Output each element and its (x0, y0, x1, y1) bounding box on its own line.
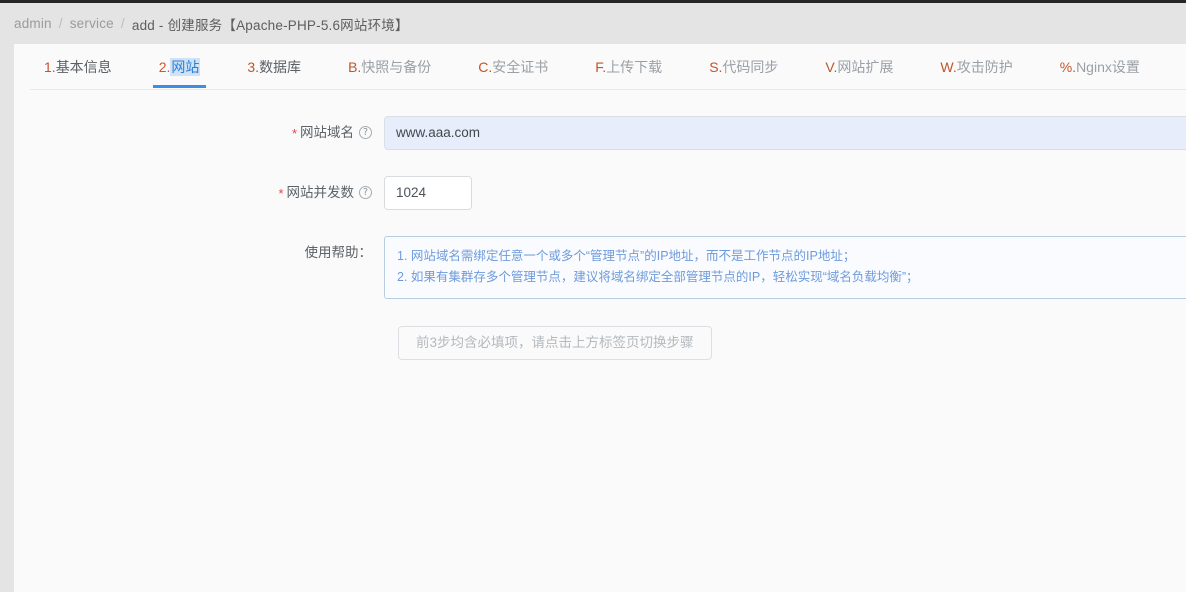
tab-网站[interactable]: 2.网站 (152, 57, 207, 88)
tab-攻击防护[interactable]: W.攻击防护 (940, 60, 1012, 87)
required-asterisk-domain: * (291, 126, 297, 141)
tab-bar: 1.基本信息 2.网站 3.数据库 B.快照与备份 C.安全证书 F.上传下载 S.代码同步… (14, 44, 1186, 90)
tab-Nginx设置[interactable]: %.Nginx设置 (1060, 60, 1140, 87)
breadcrumb-item-service[interactable]: service (70, 16, 114, 31)
tab-label: 网站扩展 (837, 58, 894, 75)
tab-number: C. (478, 58, 493, 75)
tab-基本信息[interactable]: 1.基本信息 (44, 60, 112, 87)
tab-number: %. (1059, 58, 1077, 75)
question-circle-icon[interactable]: ? (359, 125, 372, 139)
tab-安全证书[interactable]: C.安全证书 (478, 60, 548, 87)
tab-label: 数据库 (259, 58, 302, 75)
question-circle-icon[interactable]: ? (359, 185, 372, 199)
tab-label: 攻击防护 (956, 58, 1013, 75)
tab-网站扩展[interactable]: V.网站扩展 (825, 60, 893, 87)
concurrency-label-text: 网站并发数 (286, 185, 355, 200)
tab-上传下载[interactable]: F.上传下载 (595, 60, 662, 87)
tab-number: B. (348, 58, 362, 75)
tab-label: 代码同步 (722, 58, 779, 75)
domain-field-wrap (384, 116, 1186, 150)
tab-快照与备份[interactable]: B.快照与备份 (348, 60, 431, 87)
breadcrumb: admin / service / add - 创建服务【Apache-PHP-… (0, 3, 1186, 44)
concurrency-field-wrap (384, 176, 1186, 210)
breadcrumb-separator-2: / (120, 16, 125, 31)
breadcrumb-item-current: add - 创建服务【Apache-PHP-5.6网站环境】 (131, 17, 409, 33)
domain-label-text: 网站域名 (300, 125, 354, 140)
service-form: *网站域名? *网站并发数? 使用帮助： 1. 网站域名需绑定任意一个或多个“管… (14, 90, 1186, 360)
submit-row: 前3步均含必填项，请点击上方标签页切换步骤 (14, 326, 1186, 360)
usage-help-line: 2. 如果有集群存多个管理节点，建议将域名绑定全部管理节点的IP，轻松实现“域名… (397, 270, 919, 284)
usage-help-label: 使用帮助： (304, 245, 373, 260)
submit-button[interactable]: 前3步均含必填项，请点击上方标签页切换步骤 (398, 326, 712, 360)
required-asterisk-concurrency: * (278, 186, 284, 201)
domain-label: * 网站域名? (14, 116, 384, 150)
tab-number: S. (709, 58, 723, 75)
form-row-concurrency: * 网站并发数? (14, 176, 1186, 210)
concurrency-input[interactable] (384, 176, 472, 210)
tab-number: 2. (158, 58, 171, 75)
tab-label: 网站 (170, 57, 201, 76)
concurrency-label: * 网站并发数? (14, 176, 384, 210)
tab-number: 1. (44, 58, 56, 75)
tab-代码同步[interactable]: S.代码同步 (709, 60, 778, 87)
tab-label: 快照与备份 (361, 58, 432, 75)
tab-number: 3. (247, 58, 260, 75)
tab-label: Nginx设置 (1076, 58, 1140, 75)
tab-number: V. (825, 58, 838, 75)
domain-input[interactable] (384, 116, 1186, 150)
form-row-usage-help: 使用帮助： 1. 网站域名需绑定任意一个或多个“管理节点”的IP地址，而不是工作… (14, 236, 1186, 299)
breadcrumb-separator-1: / (58, 16, 63, 31)
tab-label: 基本信息 (55, 58, 112, 75)
tab-label: 安全证书 (492, 58, 549, 75)
breadcrumb-item-admin[interactable]: admin (14, 16, 52, 31)
usage-help-line: 1. 网站域名需绑定任意一个或多个“管理节点”的IP地址，而不是工作节点的IP地… (397, 249, 856, 263)
tab-number: F. (595, 58, 607, 75)
content-card: 1.基本信息 2.网站 3.数据库 B.快照与备份 C.安全证书 F.上传下载 S.代码同步… (14, 44, 1186, 592)
tab-数据库[interactable]: 3.数据库 (247, 60, 301, 87)
tab-label: 上传下载 (606, 58, 663, 75)
usage-help-box: 1. 网站域名需绑定任意一个或多个“管理节点”的IP地址，而不是工作节点的IP地… (384, 236, 1186, 299)
form-row-domain: * 网站域名? (14, 116, 1186, 150)
tab-number: W. (940, 58, 957, 75)
usage-help-field-wrap: 1. 网站域名需绑定任意一个或多个“管理节点”的IP地址，而不是工作节点的IP地… (384, 236, 1186, 299)
